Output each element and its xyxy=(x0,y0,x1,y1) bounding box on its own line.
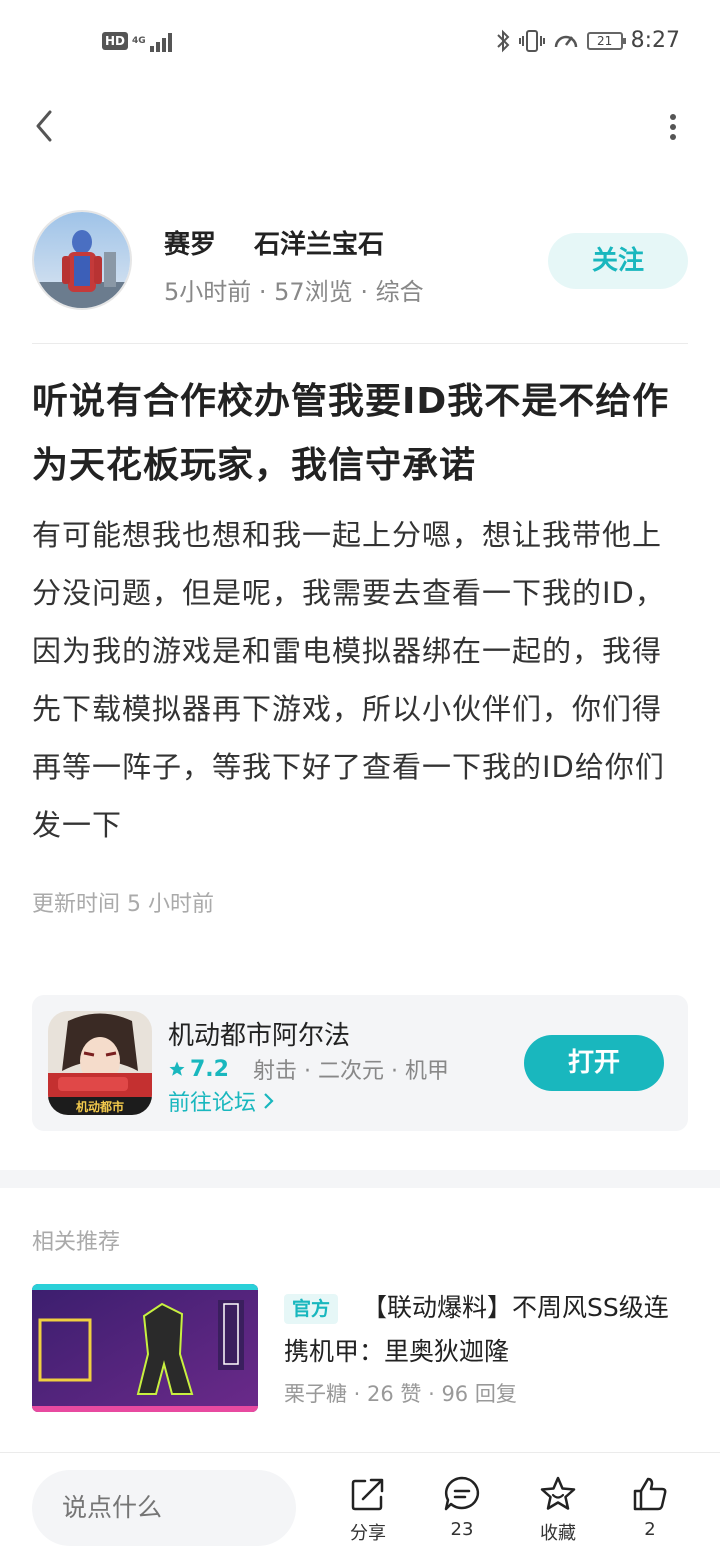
comment-button[interactable]: 23 xyxy=(432,1475,492,1540)
game-icon: 机动都市 xyxy=(48,1011,152,1115)
official-badge: 官方 xyxy=(284,1294,339,1324)
more-button[interactable] xyxy=(666,112,680,142)
follow-button[interactable]: 关注 xyxy=(548,233,688,289)
chevron-right-icon xyxy=(264,1093,274,1109)
speed-icon xyxy=(554,35,577,47)
like-count: 2 xyxy=(644,1519,656,1540)
post-body: 有可能想我也想和我一起上分嗯，想让我带他上分没问题，但是呢，我需要去查看一下我的… xyxy=(32,518,665,842)
share-icon xyxy=(351,1478,384,1511)
avatar[interactable] xyxy=(32,210,132,310)
collect-button[interactable]: 收藏 xyxy=(528,1475,588,1545)
author-tag: 石洋兰宝石 xyxy=(254,230,385,260)
related-post-meta: 栗子糖 · 26 赞 · 96 回复 xyxy=(284,1382,517,1406)
post-title: 听说有合作校办管我要ID我不是不给作为天花板玩家，我信守承诺 xyxy=(32,381,670,486)
game-name: 机动都市阿尔法 xyxy=(168,1021,351,1051)
related-post-thumbnail xyxy=(32,1284,258,1412)
game-score: 7.2 xyxy=(190,1056,229,1082)
section-separator xyxy=(0,1170,720,1188)
author-name[interactable]: 赛罗 xyxy=(164,224,216,261)
game-tags: 射击 · 二次元 · 机甲 xyxy=(252,1059,449,1084)
like-button[interactable]: 2 xyxy=(620,1475,680,1540)
hd-badge: HD xyxy=(102,32,129,50)
star-outline-icon xyxy=(540,1476,576,1510)
open-game-button[interactable]: 打开 xyxy=(524,1035,664,1091)
game-rating-row: 7.2 射击 · 二次元 · 机甲 xyxy=(168,1053,449,1085)
status-left: HD 4G xyxy=(102,30,176,52)
comment-icon xyxy=(444,1476,480,1511)
update-time: 更新时间 5 小时前 xyxy=(32,892,214,917)
clock: 8:27 xyxy=(630,28,680,53)
nav-bar xyxy=(0,90,720,160)
post-meta: 5小时前 · 57浏览 · 综合 xyxy=(164,278,424,306)
more-vertical-icon xyxy=(670,114,676,140)
bottom-action-bar: 分享 23 收藏 2 xyxy=(0,1452,720,1560)
forum-link[interactable]: 前往论坛 xyxy=(168,1085,276,1117)
star-icon xyxy=(169,1061,185,1076)
chevron-left-icon xyxy=(36,110,52,142)
vibrate-icon xyxy=(518,29,545,52)
collect-label: 收藏 xyxy=(540,1523,576,1544)
thumbs-up-icon xyxy=(633,1477,667,1511)
bluetooth-icon xyxy=(496,29,510,52)
avatar-image xyxy=(34,212,130,308)
related-section-title: 相关推荐 xyxy=(32,1230,121,1255)
forum-link-label: 前往论坛 xyxy=(168,1091,257,1116)
share-button[interactable]: 分享 xyxy=(338,1475,398,1545)
related-post-item[interactable]: 【联动爆料】不周风SS级连携机甲：里奥狄迦隆 官方 栗子糖 · 26 赞 · 9… xyxy=(32,1284,688,1412)
related-post-title: 【联动爆料】不周风SS级连携机甲：里奥狄迦隆 xyxy=(284,1293,669,1366)
back-button[interactable] xyxy=(26,106,66,146)
battery-icon: 21 xyxy=(586,31,626,50)
related-thumbnail-image xyxy=(32,1284,258,1412)
divider xyxy=(32,343,688,344)
status-bar: HD 4G 21 8:27 xyxy=(0,0,720,84)
comment-count: 23 xyxy=(450,1519,474,1540)
comment-input[interactable] xyxy=(32,1470,296,1546)
network-label: 4G xyxy=(132,35,146,46)
game-icon-logo: 机动都市 xyxy=(76,1099,124,1114)
game-icon-image: 机动都市 xyxy=(48,1011,152,1115)
signal-icon xyxy=(149,33,172,52)
author-header: 赛罗 石洋兰宝石 5小时前 · 57浏览 · 综合 关注 xyxy=(32,210,688,310)
game-card[interactable]: 机动都市 机动都市阿尔法 7.2 射击 · 二次元 · 机甲 前往论坛 打开 xyxy=(32,995,688,1131)
status-right: 21 8:27 xyxy=(495,28,680,53)
share-label: 分享 xyxy=(350,1523,386,1544)
